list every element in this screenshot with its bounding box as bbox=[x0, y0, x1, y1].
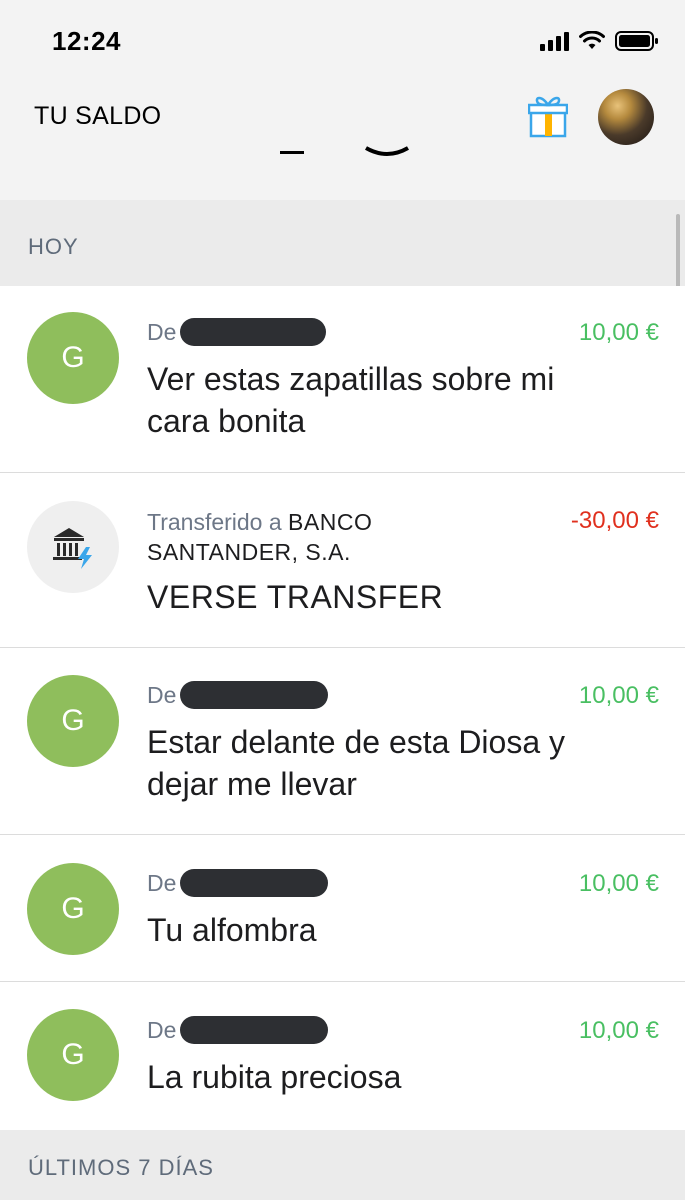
recipient-line: Transferido a BANCO SANTANDER, S.A. bbox=[147, 507, 527, 567]
wifi-icon bbox=[579, 31, 605, 49]
amount: 10,00 € bbox=[578, 682, 659, 709]
sender-line: De bbox=[147, 318, 327, 346]
sender-line: De bbox=[147, 1016, 329, 1044]
sender-line: De bbox=[147, 869, 329, 897]
from-label: De bbox=[147, 869, 177, 896]
transaction-row[interactable]: G De 10,00 € Tu alfombra bbox=[0, 835, 685, 982]
payment-message: Tu alfombra bbox=[147, 912, 317, 948]
from-label: De bbox=[147, 681, 177, 708]
redacted-name bbox=[180, 681, 329, 709]
payment-message: VERSE TRANSFER bbox=[147, 579, 444, 615]
status-bar: 12:24 bbox=[0, 0, 685, 80]
amount: 10,00 € bbox=[578, 870, 659, 897]
transaction-row[interactable]: G De 10,00 € Ver estas zapatillas sobre … bbox=[0, 286, 685, 473]
payment-message: La rubita preciosa bbox=[147, 1059, 402, 1095]
sender-avatar: G bbox=[27, 863, 119, 955]
redacted-name bbox=[180, 1016, 329, 1044]
from-label: De bbox=[147, 318, 177, 345]
gift-icon[interactable] bbox=[528, 94, 568, 138]
bank-icon bbox=[53, 528, 92, 569]
profile-avatar[interactable] bbox=[598, 89, 654, 145]
battery-icon bbox=[615, 31, 658, 51]
sender-avatar: G bbox=[27, 675, 119, 767]
from-label: De bbox=[147, 1016, 177, 1043]
section-header-today: HOY bbox=[0, 200, 685, 286]
status-time: 12:24 bbox=[52, 26, 121, 56]
status-icons bbox=[540, 30, 659, 52]
balance-title: TU SALDO bbox=[34, 102, 162, 130]
redacted-name bbox=[180, 318, 327, 346]
transaction-row[interactable]: G De 10,00 € Estar delante de esta Diosa… bbox=[0, 648, 685, 835]
transaction-row[interactable]: G De 10,00 € La rubita preciosa bbox=[0, 982, 685, 1130]
redacted-name bbox=[180, 869, 329, 897]
transfer-label: Transferido a bbox=[147, 509, 282, 535]
balance-amount-clipped bbox=[270, 140, 420, 160]
transaction-list: G De 10,00 € Ver estas zapatillas sobre … bbox=[0, 286, 685, 1130]
transaction-row[interactable]: Transferido a BANCO SANTANDER, S.A. -30,… bbox=[0, 473, 685, 648]
amount: 10,00 € bbox=[578, 319, 659, 346]
payment-message: Ver estas zapatillas sobre mi cara bonit… bbox=[147, 361, 555, 439]
sender-avatar: G bbox=[27, 1009, 119, 1101]
payment-message: Estar delante de esta Diosa y dejar me l… bbox=[147, 724, 566, 802]
sender-line: De bbox=[147, 681, 329, 709]
bank-avatar bbox=[27, 501, 119, 593]
amount: 10,00 € bbox=[578, 1017, 659, 1044]
section-header-last-7-days: ÚLTIMOS 7 DÍAS bbox=[0, 1130, 685, 1200]
cellular-signal-icon bbox=[540, 31, 569, 51]
amount: -30,00 € bbox=[570, 507, 659, 534]
sender-avatar: G bbox=[27, 312, 119, 404]
